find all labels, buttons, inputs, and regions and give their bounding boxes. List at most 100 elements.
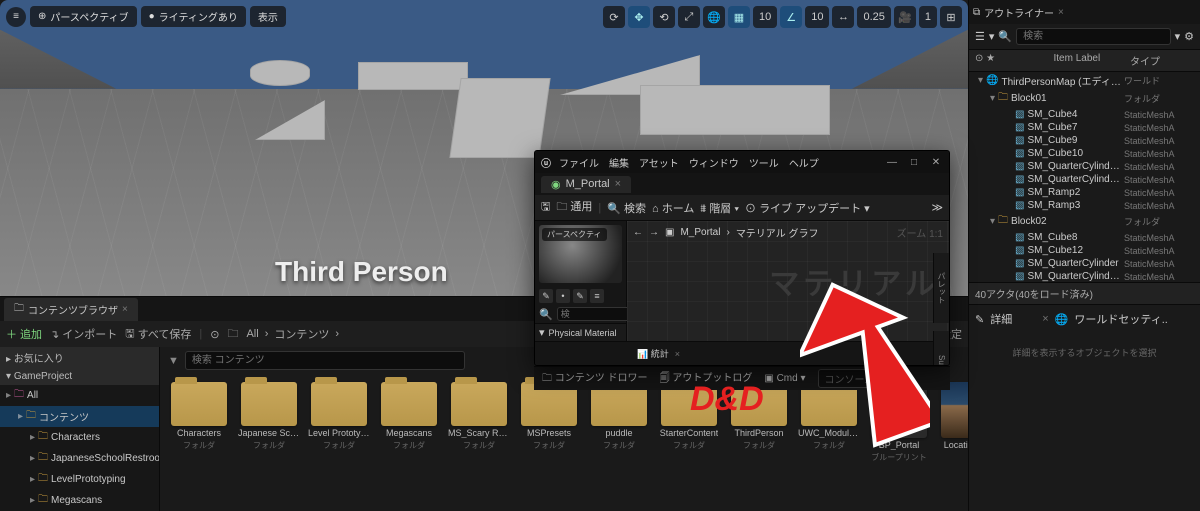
history-fwd-button[interactable]: 🗀 <box>227 325 238 344</box>
close-icon[interactable]: × <box>1042 313 1048 325</box>
filter-icon[interactable]: ▼ <box>168 355 179 367</box>
outliner-row[interactable]: ▧SM_Cube9StaticMeshA <box>969 134 1200 147</box>
maximize-button[interactable]: □ <box>907 157 921 168</box>
maximize-viewport-icon[interactable]: ⊞ <box>940 6 962 28</box>
material-editor-window[interactable]: ⓤ ファイル編集アセットウィンドウツールヘルプ — □ ✕ ◉ M_Portal… <box>534 150 950 366</box>
col-type[interactable]: タイプ <box>1126 50 1200 71</box>
outliner-row[interactable]: ▧SM_Cube12StaticMeshA <box>969 244 1200 257</box>
outliner-row[interactable]: ▾🌐ThirdPersonMap (エディタ)ワールド <box>969 72 1200 89</box>
nav-fwd-icon[interactable]: → <box>649 227 659 238</box>
outliner-row[interactable]: ▾🗀Block02フォルダ <box>969 212 1200 231</box>
outliner-row[interactable]: ▧SM_QuarterCylinderStaticMeshA <box>969 257 1200 270</box>
asset-item[interactable]: BP_Portalブループリント <box>868 382 930 463</box>
gear-icon[interactable]: ⚙ <box>1184 30 1194 43</box>
content-drawer-button[interactable]: 🗀 コンテンツ ドロワー <box>542 369 648 388</box>
menu-編集[interactable]: 編集 <box>609 155 629 170</box>
asset-item[interactable]: Megascansフォルダ <box>378 382 440 463</box>
show-dropdown[interactable]: 表示 <box>250 6 286 27</box>
search-button[interactable]: 🔍 検索 <box>607 200 646 216</box>
chevron-down-icon[interactable]: ▾ <box>1175 30 1181 43</box>
cmd-dropdown[interactable]: ▣ Cmd ▾ <box>764 373 805 384</box>
output-log-button[interactable]: 🗐 アウトプットログ <box>660 369 753 388</box>
outliner-tree[interactable]: ▾🌐ThirdPersonMap (エディタ)ワールド▾🗀Block01フォルダ… <box>969 72 1200 282</box>
history-back-button[interactable]: ⊙ <box>210 328 219 341</box>
minimize-button[interactable]: — <box>885 157 899 168</box>
tree-item[interactable]: ▸🗀JapaneseSchoolRestroom <box>0 448 159 469</box>
camera-speed-value[interactable]: 1 <box>919 6 937 28</box>
angle-snap-value[interactable]: 10 <box>805 6 829 28</box>
grid-snap-value[interactable]: 10 <box>753 6 777 28</box>
menu-アセット[interactable]: アセット <box>639 155 679 170</box>
scale-snap-value[interactable]: 0.25 <box>857 6 890 28</box>
scale-tool-icon[interactable]: ⤢ <box>678 6 700 28</box>
tree-item[interactable]: ▸🗀コンテンツ <box>0 406 159 427</box>
close-icon[interactable]: × <box>615 178 621 190</box>
camera-speed-icon[interactable]: 🎥 <box>894 6 916 28</box>
save-all-button[interactable]: 🖫 すべて保存 <box>125 325 191 344</box>
move-tool-icon[interactable]: ✥ <box>628 6 650 28</box>
crumb-graph-name[interactable]: マテリアル グラフ <box>736 225 819 240</box>
tree-item[interactable]: ▸🗀Megascans <box>0 490 159 511</box>
outliner-search-input[interactable] <box>1016 28 1170 45</box>
outliner-row[interactable]: ▧SM_QuarterCylinder6StaticMeshA <box>969 173 1200 186</box>
tab-outliner[interactable]: ⧉ アウトライナー × <box>973 5 1064 20</box>
grid-snap-toggle[interactable]: ▦ <box>728 6 750 28</box>
viewport-menu-button[interactable]: ≡ <box>6 7 26 27</box>
close-icon[interactable]: × <box>1058 7 1064 18</box>
tree-item[interactable]: ▸🗀Characters <box>0 427 159 448</box>
lighting-dropdown[interactable]: ● ライティングあり <box>141 6 246 27</box>
asset-item[interactable]: StarterContentフォルダ <box>658 382 720 463</box>
gizmo-local-icon[interactable]: ⟳ <box>603 6 625 28</box>
rotate-tool-icon[interactable]: ⟲ <box>653 6 675 28</box>
close-icon[interactable]: × <box>122 304 128 315</box>
material-preview[interactable]: パースペクティ <box>539 225 622 283</box>
asset-item[interactable]: MSPresetsフォルダ <box>518 382 580 463</box>
asset-item[interactable]: ThirdPersonフォルダ <box>728 382 790 463</box>
tree-item[interactable]: ▸🗀LevelPrototyping <box>0 469 159 490</box>
search-input[interactable] <box>185 351 465 370</box>
asset-item[interactable]: puddleフォルダ <box>588 382 650 463</box>
outliner-row[interactable]: ▧SM_Ramp3StaticMeshA <box>969 199 1200 212</box>
overflow-button[interactable]: ≫ <box>931 201 943 214</box>
favorites-header[interactable]: ▸ お気に入り <box>0 347 159 368</box>
close-icon[interactable]: × <box>675 349 680 359</box>
add-button[interactable]: ＋ 追加 <box>6 326 42 342</box>
outliner-row[interactable]: ▧SM_Cube7StaticMeshA <box>969 121 1200 134</box>
folder-tree[interactable]: ▸🗀All▸🗀コンテンツ▸🗀Characters▸🗀JapaneseSchool… <box>0 385 159 511</box>
asset-item[interactable]: Level Prototypingフォルダ <box>308 382 370 463</box>
tree-item[interactable]: ▸🗀All <box>0 385 159 406</box>
tab-content-browser[interactable]: 🗀 コンテンツブラウザ × <box>4 298 138 321</box>
menu-ツール[interactable]: ツール <box>749 155 779 170</box>
outliner-row[interactable]: ▧SM_Cube8StaticMeshA <box>969 231 1200 244</box>
outliner-row[interactable]: ▧SM_QuarterCylinder3StaticMeshA <box>969 160 1200 173</box>
tab-world-settings[interactable]: ワールドセッティ.. <box>1074 311 1167 327</box>
angle-snap-toggle[interactable]: ∠ <box>780 6 802 28</box>
stats-tab[interactable]: 📊 統計 <box>637 347 669 360</box>
hierarchy-dropdown[interactable]: ⩩ 階層 ▾ <box>700 200 739 216</box>
substrate-tab[interactable]: Subs.. <box>933 331 949 366</box>
scale-snap-toggle[interactable]: ↔ <box>832 6 854 28</box>
console-input[interactable]: コンソールコ <box>818 369 892 388</box>
perspective-dropdown[interactable]: ⊕ パースペクティブ <box>30 6 137 27</box>
preview-tool-icon[interactable]: ✎ <box>573 289 587 303</box>
material-graph[interactable]: ← → ▣ M_Portal › マテリアル グラフ ズーム 1:1 マテリアル… <box>627 221 949 341</box>
asset-item[interactable]: Japanese Schoolフォルダ <box>238 382 300 463</box>
live-update-dropdown[interactable]: ⊙ ライブ アップデート ▾ <box>745 200 870 216</box>
outliner-row[interactable]: ▧SM_QuarterCylinder2StaticMeshA <box>969 270 1200 282</box>
coord-space-icon[interactable]: 🌐 <box>703 6 725 28</box>
palette-tab[interactable]: パレット <box>933 253 949 323</box>
asset-item[interactable]: UWC_Modular Skyscraperフォルダ <box>798 382 860 463</box>
project-header[interactable]: ▾ GameProject <box>0 368 159 385</box>
menu-ウィンドウ[interactable]: ウィンドウ <box>689 155 739 170</box>
window-titlebar[interactable]: ⓤ ファイル編集アセットウィンドウツールヘルプ — □ ✕ <box>535 151 949 173</box>
asset-item[interactable]: Charactersフォルダ <box>168 382 230 463</box>
outliner-row[interactable]: ▧SM_Cube10StaticMeshA <box>969 147 1200 160</box>
preview-tool-icon[interactable]: • <box>556 289 570 303</box>
asset-item[interactable]: MS_Scary Restroomフォルダ <box>448 382 510 463</box>
nav-back-icon[interactable]: ← <box>633 227 643 238</box>
filter-icon[interactable]: ☰ <box>975 30 985 43</box>
tab-details[interactable]: 詳細 <box>990 311 1012 327</box>
outliner-row[interactable]: ▾🗀Block01フォルダ <box>969 89 1200 108</box>
import-button[interactable]: ↴ インポート <box>50 326 117 342</box>
save-button[interactable]: 🖫 <box>541 198 550 217</box>
